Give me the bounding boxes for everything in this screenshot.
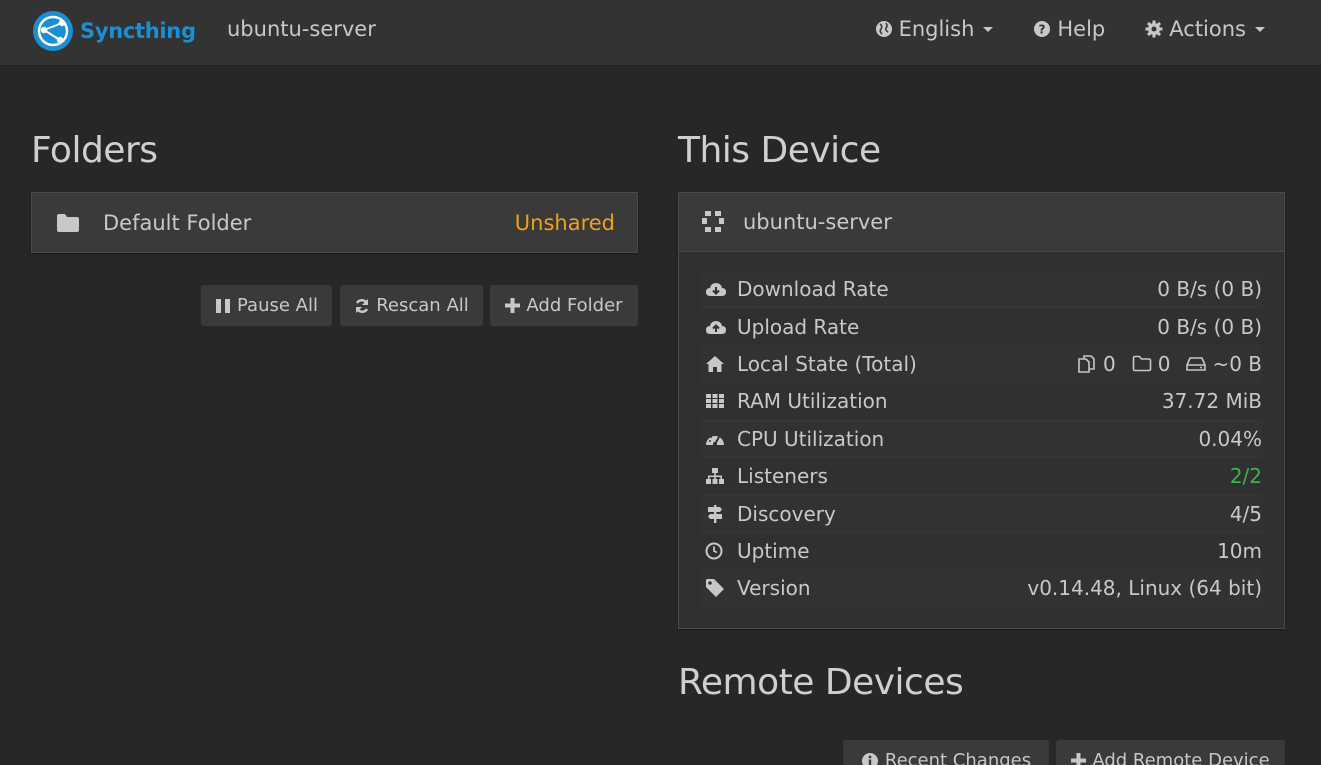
brand-logo[interactable]: Syncthing	[31, 9, 196, 53]
stat-label: RAM Utilization	[737, 389, 888, 414]
info-circle-icon	[861, 752, 878, 765]
stat-label: Local State (Total)	[737, 351, 917, 376]
stat-value: 2/2	[1229, 464, 1262, 489]
add-remote-device-button[interactable]: Add Remote Device	[1056, 740, 1285, 765]
pause-icon	[216, 298, 230, 313]
pause-all-button[interactable]: Pause All	[201, 285, 332, 326]
local-state-dirs: 0	[1132, 351, 1171, 376]
add-folder-label: Add Folder	[526, 295, 623, 316]
stat-value: 0 B/s (0 B)	[1157, 276, 1262, 301]
this-device-heading: This Device	[678, 130, 881, 171]
recent-changes-button[interactable]: Recent Changes	[843, 740, 1049, 765]
actions-menu[interactable]: Actions	[1145, 17, 1265, 41]
folder-panel-default[interactable]: Default Folder Unshared	[31, 192, 638, 253]
cloud-download-icon	[706, 282, 726, 296]
stat-row-download-rate: Download Rate 0 B/s (0 B)	[701, 270, 1262, 308]
stat-row-discovery[interactable]: Discovery 4/5	[701, 494, 1262, 532]
help-label: Help	[1057, 17, 1106, 41]
svg-text:?: ?	[1039, 23, 1046, 37]
stat-row-upload-rate: Upload Rate 0 B/s (0 B)	[701, 307, 1262, 344]
chevron-down-icon	[983, 26, 994, 32]
device-identicon-icon	[702, 211, 724, 232]
stat-value: 10m	[1217, 538, 1262, 563]
stat-row-cpu: CPU Utilization 0.04%	[701, 419, 1262, 457]
this-device-panel: ubuntu-server Download Rate 0 B/s (0 B) …	[678, 192, 1285, 629]
stat-row-uptime: Uptime 10m	[701, 531, 1262, 569]
device-header[interactable]: ubuntu-server	[679, 193, 1284, 252]
chevron-down-icon	[1255, 26, 1265, 32]
local-state-values: 0 0 ~0 B	[1061, 352, 1262, 376]
help-link[interactable]: ? Help	[1033, 17, 1105, 41]
language-label: English	[898, 17, 975, 41]
gear-icon	[1145, 20, 1163, 38]
stat-label: Discovery	[737, 501, 836, 526]
local-state-size: ~0 B	[1186, 352, 1262, 376]
navbar-hostname: ubuntu-server	[227, 17, 376, 41]
grid-icon	[706, 394, 724, 409]
stat-value: 0 B/s (0 B)	[1157, 314, 1262, 339]
local-state-files-count: 0	[1102, 351, 1116, 376]
stat-row-listeners[interactable]: Listeners 2/2	[701, 456, 1262, 494]
stat-label: Uptime	[737, 538, 810, 563]
stat-label: Download Rate	[737, 276, 889, 301]
globe-icon	[875, 21, 892, 37]
stat-value: 0.04%	[1198, 426, 1262, 451]
clock-icon	[705, 542, 723, 560]
folder-outline-icon	[1132, 356, 1152, 372]
tag-icon	[706, 579, 724, 598]
stat-label: Version	[737, 576, 811, 601]
home-icon	[706, 355, 724, 372]
plus-icon	[1071, 753, 1087, 765]
stat-value: 4/5	[1229, 501, 1262, 526]
add-folder-button[interactable]: Add Folder	[490, 285, 638, 326]
add-remote-device-label: Add Remote Device	[1092, 750, 1270, 765]
folder-icon	[57, 213, 79, 232]
folder-status-badge: Unshared	[514, 210, 615, 235]
folders-heading: Folders	[31, 130, 158, 171]
dashboard-icon	[706, 433, 724, 446]
remote-devices-heading: Remote Devices	[678, 662, 964, 703]
recent-changes-label: Recent Changes	[884, 750, 1032, 765]
stat-row-version: Version v0.14.48, Linux (64 bit)	[701, 569, 1262, 607]
sitemap-icon	[706, 468, 724, 485]
language-menu[interactable]: English	[875, 17, 994, 41]
navbar: Syncthing ubuntu-server English ? Help A…	[0, 0, 1321, 66]
rescan-all-button[interactable]: Rescan All	[340, 285, 483, 326]
cloud-upload-icon	[706, 320, 726, 334]
stat-label: Listeners	[737, 464, 828, 489]
local-state-size-value: ~0 B	[1212, 351, 1262, 376]
stat-row-ram: RAM Utilization 37.72 MiB	[701, 382, 1262, 419]
folder-name: Default Folder	[103, 210, 252, 235]
stat-label: Upload Rate	[737, 314, 860, 339]
signpost-icon	[708, 504, 722, 523]
question-circle-icon: ?	[1034, 21, 1051, 37]
stat-label: CPU Utilization	[737, 426, 885, 451]
pause-all-label: Pause All	[237, 295, 318, 316]
device-stats-table: Download Rate 0 B/s (0 B) Upload Rate 0 …	[701, 270, 1262, 607]
hdd-icon	[1186, 357, 1207, 371]
stat-value: v0.14.48, Linux (64 bit)	[1027, 576, 1262, 601]
files-icon	[1078, 355, 1095, 373]
refresh-icon	[356, 298, 369, 313]
rescan-all-label: Rescan All	[376, 295, 469, 316]
stat-row-local-state: Local State (Total) 0 0 ~0 B	[701, 344, 1262, 383]
stat-value: 37.72 MiB	[1161, 389, 1262, 414]
plus-icon	[505, 298, 521, 313]
brand-name: Syncthing	[80, 19, 196, 43]
local-state-files: 0	[1077, 352, 1116, 376]
local-state-dirs-count: 0	[1157, 351, 1171, 376]
actions-label: Actions	[1169, 17, 1246, 41]
device-name: ubuntu-server	[743, 210, 892, 234]
syncthing-logo-icon	[33, 11, 73, 51]
